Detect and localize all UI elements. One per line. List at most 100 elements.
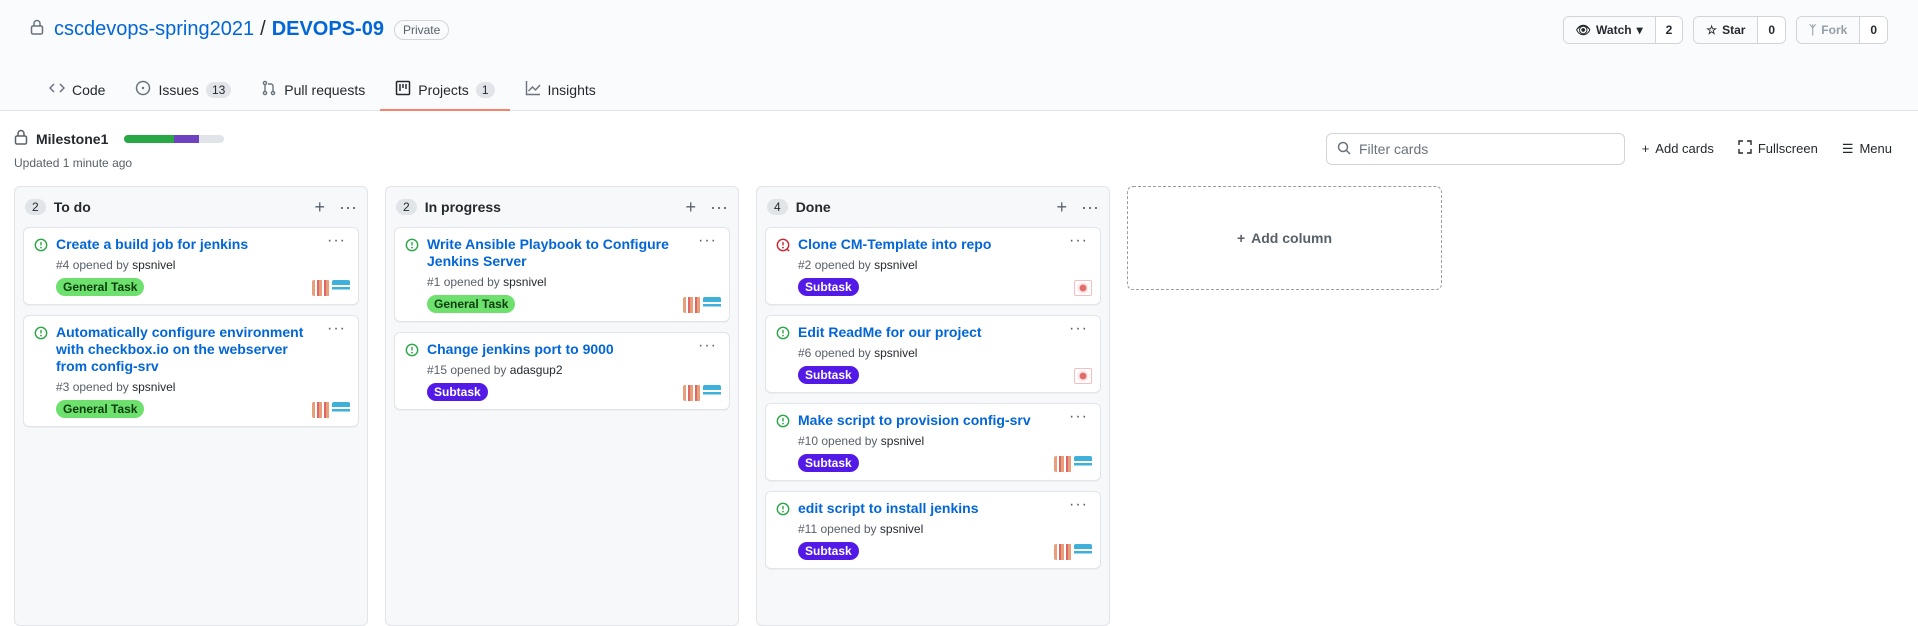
column-name[interactable]: To do bbox=[54, 199, 301, 215]
fork-icon: ᛉ bbox=[1809, 23, 1817, 37]
card-more-icon[interactable]: ··· bbox=[1069, 408, 1088, 426]
filter-placeholder: Filter cards bbox=[1359, 141, 1429, 157]
issue-label[interactable]: General Task bbox=[56, 278, 145, 296]
tab-projects[interactable]: Projects 1 bbox=[380, 70, 510, 111]
author-link[interactable]: spsnivel bbox=[132, 258, 175, 272]
avatar[interactable] bbox=[1074, 456, 1092, 472]
fork-count[interactable]: 0 bbox=[1860, 17, 1887, 43]
author-link[interactable]: spsnivel bbox=[503, 275, 546, 289]
repo-name-link[interactable]: DEVOPS-09 bbox=[272, 18, 384, 41]
avatar[interactable] bbox=[312, 402, 330, 418]
avatar[interactable] bbox=[1074, 280, 1092, 296]
tab-issues[interactable]: Issues 13 bbox=[120, 70, 246, 111]
assignees bbox=[312, 402, 350, 418]
avatar[interactable] bbox=[703, 385, 721, 401]
avatar[interactable] bbox=[1074, 368, 1092, 384]
card-meta: #1 opened by spsnivel bbox=[427, 275, 719, 289]
issue-card[interactable]: Create a build job for jenkins #4 opened… bbox=[23, 227, 359, 305]
add-card-icon[interactable]: + bbox=[686, 197, 697, 218]
add-card-icon[interactable]: + bbox=[315, 197, 326, 218]
avatar[interactable] bbox=[332, 280, 350, 296]
card-more-icon[interactable]: ··· bbox=[698, 232, 717, 250]
fullscreen-button[interactable]: Fullscreen bbox=[1738, 140, 1818, 157]
issue-card[interactable]: Edit ReadMe for our project #6 opened by… bbox=[765, 315, 1101, 393]
card-title-link[interactable]: Clone CM-Template into repo bbox=[798, 236, 1090, 253]
more-options-icon[interactable]: ··· bbox=[339, 197, 357, 218]
column-name[interactable]: Done bbox=[796, 199, 1043, 215]
avatar[interactable] bbox=[312, 280, 330, 296]
assignees bbox=[683, 385, 721, 401]
card-more-icon[interactable]: ··· bbox=[1069, 232, 1088, 250]
author-link[interactable]: spsnivel bbox=[132, 380, 175, 394]
issue-card[interactable]: edit script to install jenkins #11 opene… bbox=[765, 491, 1101, 569]
add-card-icon[interactable]: + bbox=[1057, 197, 1068, 218]
menu-button[interactable]: ☰ Menu bbox=[1842, 140, 1892, 157]
project-title[interactable]: Milestone1 bbox=[36, 131, 108, 147]
avatar[interactable] bbox=[683, 297, 701, 313]
avatar[interactable] bbox=[683, 385, 701, 401]
avatar[interactable] bbox=[703, 297, 721, 313]
more-options-icon[interactable]: ··· bbox=[1081, 197, 1099, 218]
add-cards-label: Add cards bbox=[1655, 141, 1714, 156]
tab-label: Projects bbox=[418, 81, 469, 98]
avatar[interactable] bbox=[1054, 456, 1072, 472]
pull-request-icon bbox=[261, 80, 277, 99]
author-link[interactable]: spsnivel bbox=[881, 434, 924, 448]
card-more-icon[interactable]: ··· bbox=[327, 320, 346, 338]
author-link[interactable]: adasgup2 bbox=[510, 363, 563, 377]
card-more-icon[interactable]: ··· bbox=[1069, 496, 1088, 514]
issue-card[interactable]: Change jenkins port to 9000 #15 opened b… bbox=[394, 332, 730, 410]
card-title-link[interactable]: Automatically configure environment with… bbox=[56, 324, 348, 375]
add-cards-button[interactable]: + Add cards bbox=[1642, 140, 1714, 157]
more-options-icon[interactable]: ··· bbox=[710, 197, 728, 218]
card-title-link[interactable]: Write Ansible Playbook to Configure Jenk… bbox=[427, 236, 719, 270]
watch-label: Watch bbox=[1596, 23, 1632, 37]
avatar[interactable] bbox=[332, 402, 350, 418]
issue-label[interactable]: General Task bbox=[56, 400, 145, 418]
star-button[interactable]: ☆ Star bbox=[1694, 17, 1759, 43]
issues-counter: 13 bbox=[205, 81, 232, 98]
watch-button[interactable]: 👁 Watch ▾ bbox=[1563, 17, 1656, 43]
card-title-link[interactable]: edit script to install jenkins bbox=[798, 500, 1090, 517]
repo-title: cscdevops-spring2021 / DEVOPS-09 Private bbox=[30, 18, 450, 41]
fullscreen-label: Fullscreen bbox=[1757, 141, 1818, 156]
card-title-link[interactable]: Create a build job for jenkins bbox=[56, 236, 348, 253]
issue-card[interactable]: Automatically configure environment with… bbox=[23, 315, 359, 427]
avatar[interactable] bbox=[1074, 544, 1092, 560]
opened-by-text: opened by bbox=[72, 258, 129, 272]
card-more-icon[interactable]: ··· bbox=[327, 232, 346, 250]
card-more-icon[interactable]: ··· bbox=[1069, 320, 1088, 338]
tab-insights[interactable]: Insights bbox=[510, 70, 611, 111]
author-link[interactable]: spsnivel bbox=[880, 522, 923, 536]
issue-card[interactable]: Clone CM-Template into repo #2 opened by… bbox=[765, 227, 1101, 305]
repo-owner-link[interactable]: cscdevops-spring2021 bbox=[54, 18, 254, 41]
issue-label[interactable]: Subtask bbox=[798, 454, 859, 472]
column-name[interactable]: In progress bbox=[425, 199, 672, 215]
card-title-link[interactable]: Make script to provision config-srv bbox=[798, 412, 1090, 429]
watch-count[interactable]: 2 bbox=[1655, 17, 1683, 43]
card-more-icon[interactable]: ··· bbox=[698, 337, 717, 355]
issue-label[interactable]: Subtask bbox=[798, 366, 859, 384]
watch-button-group: 👁 Watch ▾ 2 bbox=[1562, 16, 1684, 44]
issue-label[interactable]: Subtask bbox=[427, 383, 488, 401]
issue-number: #3 bbox=[56, 380, 70, 394]
issue-label[interactable]: General Task bbox=[427, 295, 516, 313]
filter-cards-input[interactable]: Filter cards bbox=[1326, 133, 1625, 165]
author-link[interactable]: spsnivel bbox=[874, 346, 917, 360]
issue-label[interactable]: Subtask bbox=[798, 542, 859, 560]
star-count[interactable]: 0 bbox=[1758, 17, 1786, 43]
star-icon: ☆ bbox=[1706, 23, 1718, 37]
author-link[interactable]: spsnivel bbox=[874, 258, 917, 272]
column-header: 4 Done + ··· bbox=[757, 187, 1109, 227]
card-title-link[interactable]: Change jenkins port to 9000 bbox=[427, 341, 719, 358]
issue-card[interactable]: Make script to provision config-srv #10 … bbox=[765, 403, 1101, 481]
issue-card[interactable]: Write Ansible Playbook to Configure Jenk… bbox=[394, 227, 730, 322]
issue-label[interactable]: Subtask bbox=[798, 278, 859, 296]
card-title-link[interactable]: Edit ReadMe for our project bbox=[798, 324, 1090, 341]
add-column-button[interactable]: + Add column bbox=[1127, 186, 1442, 290]
fork-button[interactable]: ᛉ Fork bbox=[1797, 17, 1861, 43]
tab-pull-requests[interactable]: Pull requests bbox=[246, 70, 380, 111]
avatar[interactable] bbox=[1054, 544, 1072, 560]
tab-code[interactable]: Code bbox=[34, 70, 120, 111]
card-meta: #4 opened by spsnivel bbox=[56, 258, 348, 272]
